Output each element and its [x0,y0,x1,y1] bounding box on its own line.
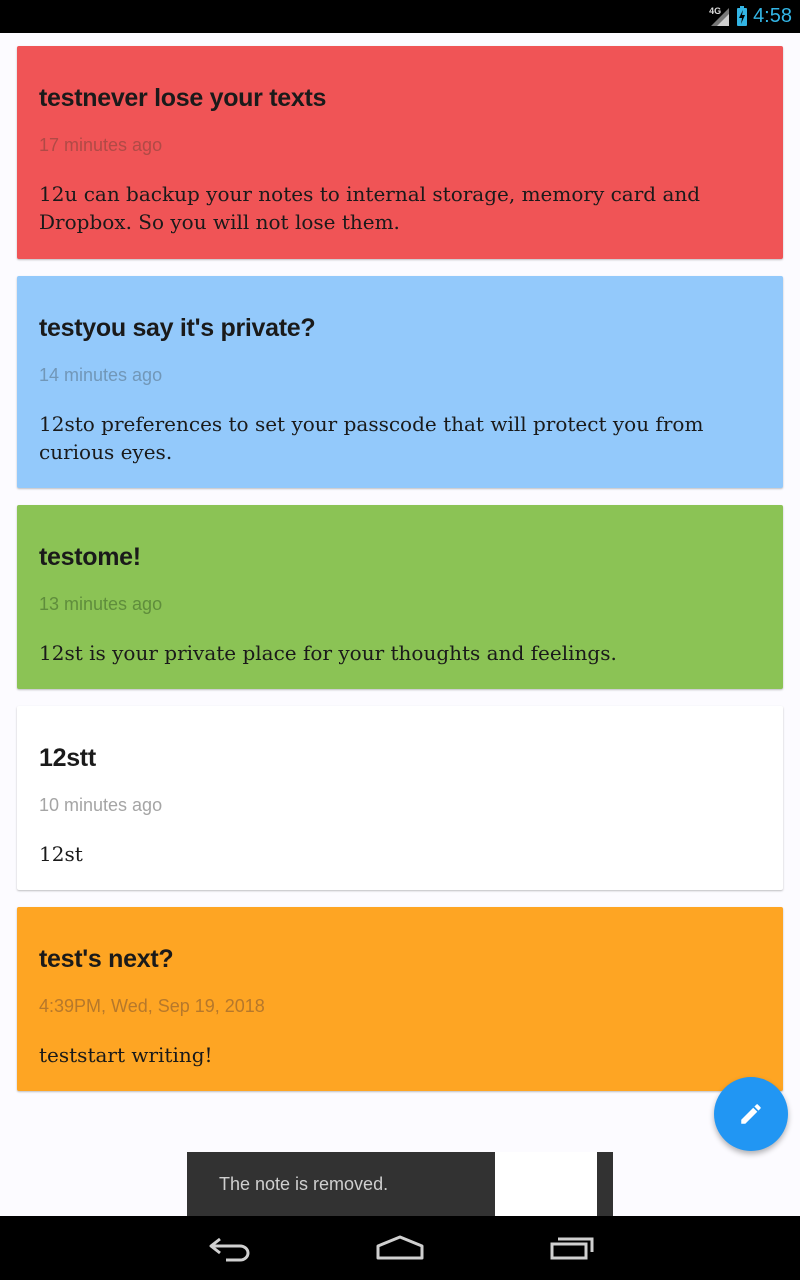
status-bar: 4G 4:58 [0,0,800,33]
snackbar-message: The note is removed. [219,1174,389,1194]
back-button[interactable] [185,1216,275,1280]
note-timestamp: 13 minutes ago [39,594,163,614]
home-icon [376,1235,424,1260]
navigation-bar [0,1216,800,1280]
new-note-button[interactable] [714,1077,788,1151]
note-title: testnever lose your texts [39,84,327,112]
back-icon [209,1237,250,1262]
note-title: test's next? [39,945,174,973]
note-card[interactable]: 12stt 10 minutes ago 12st [17,706,783,890]
note-body: 12u can backup your notes to internal st… [39,182,701,234]
note-timestamp: 14 minutes ago [39,365,163,385]
home-button[interactable] [355,1216,445,1280]
status-icons: 4G 4:58 [709,0,792,33]
recents-icon [550,1237,594,1260]
notes-list: testnever lose your texts 17 minutes ago… [17,46,783,1108]
note-body: 12st [39,842,83,866]
note-card[interactable]: testnever lose your texts 17 minutes ago… [17,46,783,259]
status-clock: 4:58 [753,5,792,27]
note-body: 12sto preferences to set your passcode t… [39,412,704,464]
pencil-icon [741,1104,761,1124]
note-card[interactable]: testyou say it's private? 14 minutes ago… [17,276,783,488]
cellular-signal-icon: 4G [709,6,731,28]
note-card[interactable]: test's next? 4:39PM, Wed, Sep 19, 2018 t… [17,907,783,1091]
note-card[interactable]: testome! 13 minutes ago 12st is your pri… [17,505,783,689]
snackbar-action-button[interactable] [495,1152,597,1216]
snackbar: The note is removed. [187,1152,613,1216]
note-title: 12stt [39,744,96,772]
note-title: testome! [39,543,141,571]
recents-button[interactable] [527,1216,617,1280]
battery-charging-icon [737,5,748,26]
note-timestamp: 17 minutes ago [39,135,163,155]
note-timestamp: 10 minutes ago [39,795,163,815]
note-body: teststart writing! [39,1043,213,1067]
note-timestamp: 4:39PM, Wed, Sep 19, 2018 [39,996,265,1016]
note-body: 12st is your private place for your thou… [39,641,617,665]
note-title: testyou say it's private? [39,314,316,342]
